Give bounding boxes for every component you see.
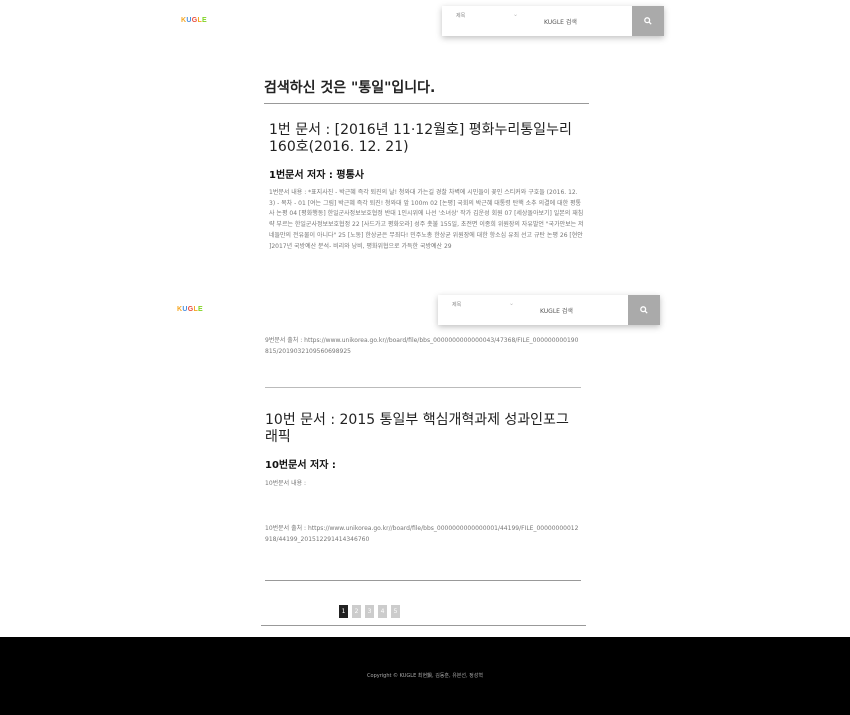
logo-letter: E bbox=[198, 306, 204, 313]
divider bbox=[261, 625, 586, 626]
search-bar: 제목 ⌄ KUGLE 검색 bbox=[438, 295, 660, 325]
result-heading: 검색하신 것은 "통일"입니다. bbox=[264, 80, 436, 96]
search-type-select[interactable]: 제목 ⌄ bbox=[438, 295, 526, 325]
pagination: 1 2 3 4 5 bbox=[339, 605, 400, 618]
page-button[interactable]: 4 bbox=[378, 605, 387, 618]
logo[interactable]: KUGLE bbox=[181, 17, 207, 24]
divider bbox=[265, 580, 581, 581]
search-bar: 제목 ⌄ KUGLE 검색 bbox=[442, 6, 664, 36]
doc-source[interactable]: 9번문서 출처 : https://www.unikorea.go.kr//bo… bbox=[265, 336, 581, 357]
doc-content: 1번문서 내용 : *표지사진 - 박근혜 즉각 퇴진의 날! 청와대 가는길 … bbox=[269, 189, 584, 250]
search-icon bbox=[644, 17, 652, 25]
page-button[interactable]: 2 bbox=[352, 605, 361, 618]
search-type-label: 제목 bbox=[456, 13, 466, 19]
doc-author: 1번문서 저자 : 평통사 bbox=[269, 170, 365, 181]
doc-content: 10번문서 내용 : bbox=[265, 480, 307, 487]
page-button[interactable]: 5 bbox=[391, 605, 400, 618]
sticky-header bbox=[0, 288, 850, 336]
chevron-down-icon: ⌄ bbox=[512, 11, 518, 18]
divider bbox=[264, 103, 589, 104]
doc-source[interactable]: 10번문서 출처 : https://www.unikorea.go.kr//b… bbox=[265, 524, 581, 545]
doc-title[interactable]: 10번 문서 : 2015 통일부 핵심개혁과제 성과인포그래픽 bbox=[265, 412, 581, 446]
logo-letter: E bbox=[202, 17, 208, 24]
doc-author: 10번문서 저자 : bbox=[265, 460, 336, 471]
search-input[interactable]: KUGLE 검색 bbox=[526, 295, 628, 325]
page-button[interactable]: 3 bbox=[365, 605, 374, 618]
divider bbox=[265, 387, 581, 388]
copyright-text: Copyright © KUGLE 최현鎭, 김동훈, 유본선, 정성혁 bbox=[367, 673, 483, 679]
search-type-select[interactable]: 제목 ⌄ bbox=[442, 6, 530, 36]
search-button[interactable] bbox=[628, 295, 660, 325]
logo[interactable]: KUGLE bbox=[177, 306, 203, 313]
chevron-down-icon: ⌄ bbox=[508, 300, 514, 307]
search-button[interactable] bbox=[632, 6, 664, 36]
search-type-label: 제목 bbox=[452, 302, 462, 308]
doc-title[interactable]: 1번 문서 : [2016년 11·12월호] 평화누리통일누리 160호(20… bbox=[269, 122, 584, 156]
page-button[interactable]: 1 bbox=[339, 605, 348, 618]
search-icon bbox=[640, 306, 648, 314]
search-input[interactable]: KUGLE 검색 bbox=[530, 6, 632, 36]
